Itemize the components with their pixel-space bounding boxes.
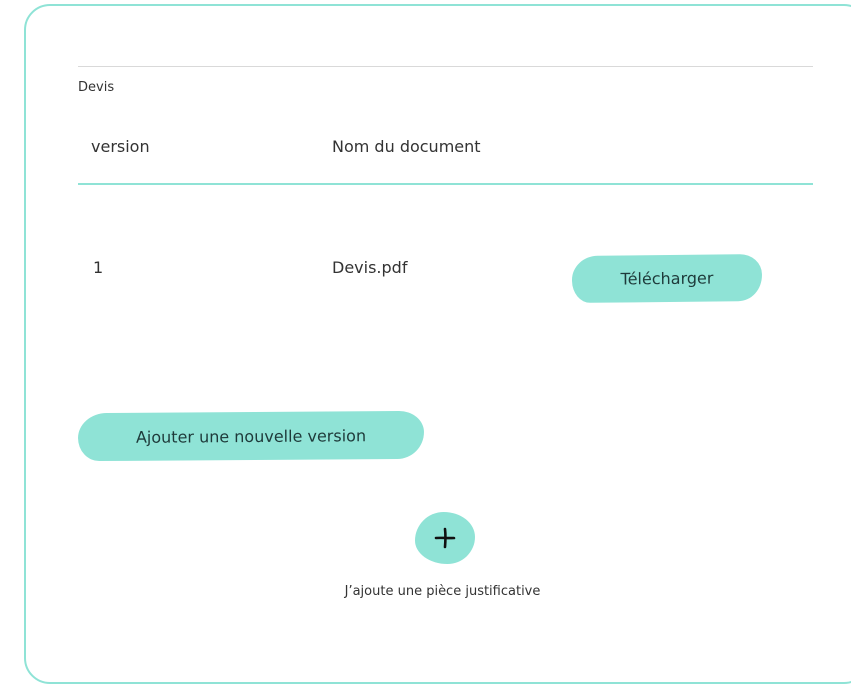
column-header-version: version xyxy=(91,137,150,156)
cell-document-name: Devis.pdf xyxy=(332,258,408,277)
plus-icon xyxy=(434,527,456,549)
add-version-button[interactable]: Ajouter une nouvelle version xyxy=(77,410,425,462)
section-divider xyxy=(78,66,813,67)
document-card xyxy=(24,4,851,684)
add-attachment-button[interactable] xyxy=(415,512,475,564)
column-header-document-name: Nom du document xyxy=(332,137,481,156)
table-header-divider xyxy=(78,183,813,185)
add-attachment-caption: J’ajoute une pièce justificative xyxy=(344,584,541,599)
section-title: Devis xyxy=(78,80,115,95)
download-button[interactable]: Télécharger xyxy=(571,254,763,303)
cell-version: 1 xyxy=(93,258,104,277)
